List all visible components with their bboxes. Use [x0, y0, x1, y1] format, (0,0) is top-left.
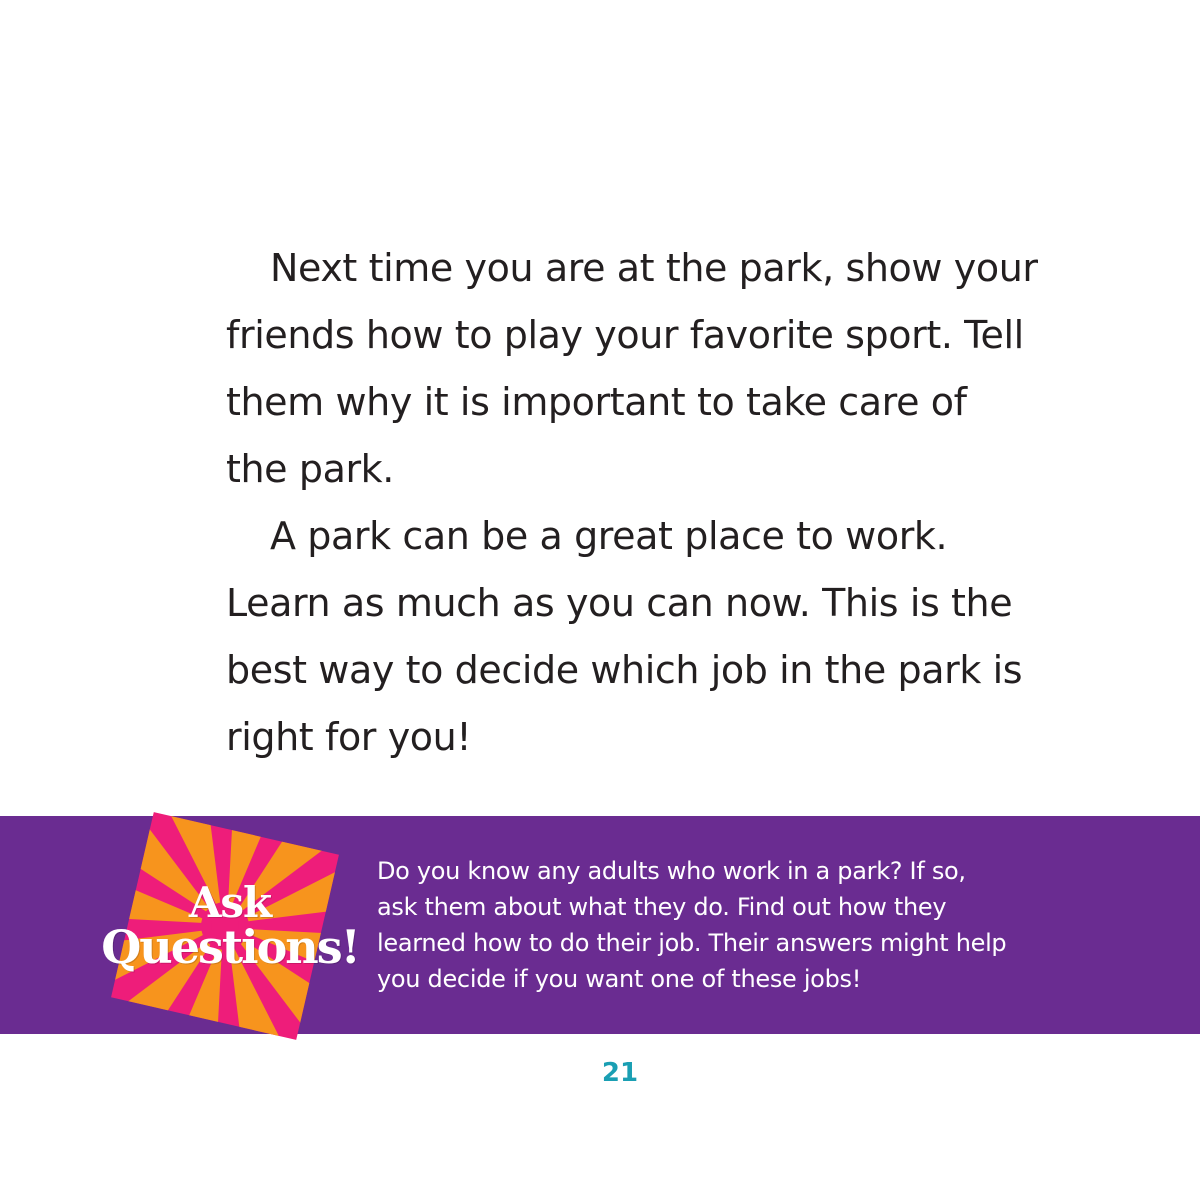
ask-questions-badge: Ask Questions! — [101, 812, 361, 1040]
badge-title: Ask Questions! — [85, 878, 375, 974]
text-line: the park. — [226, 447, 394, 491]
paragraph-2: A park can be a great place to work. Lea… — [226, 503, 1026, 771]
text-line: friends how to play your favorite sport.… — [226, 313, 1024, 357]
badge-title-ask: Ask — [188, 878, 272, 927]
banner-text-line: learned how to do their job. Their answe… — [377, 929, 1007, 957]
banner-text-line: Do you know any adults who work in a par… — [377, 857, 966, 885]
badge-title-questions: Questions! — [101, 920, 361, 974]
paragraph-1: Next time you are at the park, show your… — [226, 235, 1038, 503]
text-line: Learn as much as you can now. This is th… — [226, 581, 1013, 625]
banner-text-line: ask them about what they do. Find out ho… — [377, 893, 947, 921]
body-text: Next time you are at the park, show your… — [226, 235, 1038, 771]
banner-text: Do you know any adults who work in a par… — [377, 853, 1017, 997]
text-line: A park can be a great place to work. — [270, 514, 948, 558]
banner-text-line: you decide if you want one of these jobs… — [377, 965, 862, 993]
text-line: Next time you are at the park, show your — [270, 246, 1038, 290]
page-number: 21 — [601, 1058, 639, 1088]
book-page: Next time you are at the park, show your… — [0, 0, 1200, 1200]
text-line: them why it is important to take care of — [226, 380, 967, 424]
text-line: right for you! — [226, 715, 472, 759]
text-line: best way to decide which job in the park… — [226, 648, 1023, 692]
